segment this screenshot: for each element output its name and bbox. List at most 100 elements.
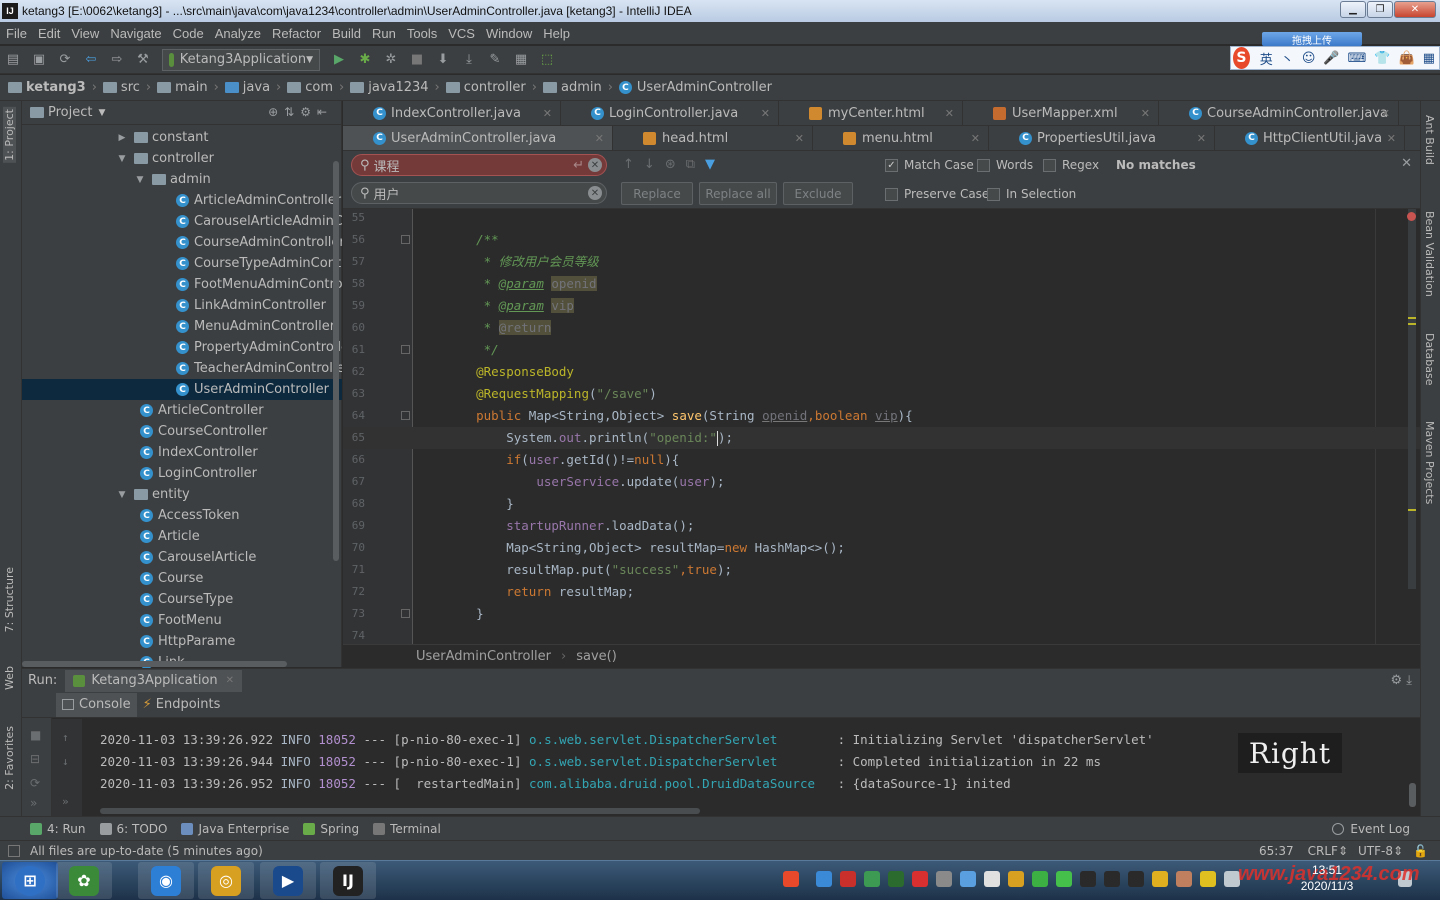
scroll-down-icon[interactable]: ↓	[62, 755, 69, 768]
replace-input[interactable]: ⚲ 用户 ✕	[351, 182, 607, 204]
console-tab[interactable]: Console	[56, 692, 137, 717]
tray-app5-icon[interactable]	[1176, 871, 1192, 887]
menu-help[interactable]: Help	[543, 26, 570, 41]
ime-emoji-icon[interactable]: ☺	[1302, 51, 1316, 66]
run-panel-settings-icon[interactable]: ⚙ ⤓	[1390, 673, 1412, 688]
structure-tool-tab[interactable]: 7: Structure	[3, 567, 16, 632]
tree-class[interactable]: C CourseType	[22, 589, 342, 610]
tool-tab-run[interactable]: 4: Run	[30, 822, 86, 836]
clear-find-icon[interactable]: ✕	[588, 158, 602, 172]
tool-tab-terminal[interactable]: Terminal	[373, 822, 441, 836]
profile-icon[interactable]: ⤓	[461, 52, 477, 68]
menu-vcs[interactable]: VCS	[448, 26, 475, 41]
console-h-scrollbar[interactable]	[100, 808, 700, 814]
tree-class[interactable]: C Course	[22, 568, 342, 589]
tree-class[interactable]: C HttpParame	[22, 631, 342, 652]
breadcrumb-java[interactable]: java ›	[224, 80, 281, 95]
ime-voice-icon[interactable]: 🎤	[1323, 51, 1339, 66]
ant-build-tool-tab[interactable]: Ant Build	[1423, 115, 1436, 165]
replace-all-button[interactable]: Replace all	[699, 182, 777, 205]
breadcrumb-controller[interactable]: controller ›	[445, 80, 537, 95]
error-indicator-icon[interactable]	[1407, 212, 1416, 221]
tree-class[interactable]: C TeacherAdminController	[22, 358, 342, 379]
menu-navigate[interactable]: Navigate	[110, 26, 161, 41]
breadcrumb-admin[interactable]: admin ›	[542, 80, 613, 95]
code-line[interactable]: 58 * @param openid	[343, 273, 1420, 295]
forward-icon[interactable]: ⇨	[109, 52, 125, 68]
menu-build[interactable]: Build	[332, 26, 361, 41]
ime-upload-label[interactable]: 拖拽上传	[1262, 32, 1362, 47]
editor-error-stripe[interactable]	[1408, 209, 1416, 589]
project-h-scrollbar[interactable]	[22, 661, 287, 667]
project-tool-tab[interactable]: 1: Project	[3, 107, 16, 163]
code-editor[interactable]: 55 56 /** 57 * 修改用户会员等级 58 * @param openid 5…	[343, 209, 1420, 644]
toggle-tool-windows-icon[interactable]	[8, 844, 20, 857]
tray-wechat2-icon[interactable]	[1056, 871, 1072, 887]
favorites-tool-tab[interactable]: 2: Favorites	[3, 726, 16, 790]
tree-folder[interactable]: ▼ controller	[22, 148, 342, 169]
code-line[interactable]: 67 userService.update(user);	[343, 471, 1420, 493]
code-line[interactable]: 69 startupRunner.loadData();	[343, 515, 1420, 537]
sdk-icon[interactable]: ⬚	[539, 52, 555, 68]
debug-icon[interactable]: ✱	[357, 52, 373, 68]
code-line[interactable]: 62 @ResponseBody	[343, 361, 1420, 383]
maximize-button[interactable]: ❐	[1367, 1, 1393, 18]
tray-star-icon[interactable]	[1152, 871, 1168, 887]
restore-layout-icon[interactable]: ⊟	[30, 752, 40, 766]
log-line[interactable]: 2020-11-03 13:39:26.944 INFO 18052 --- […	[100, 751, 1101, 773]
tree-class[interactable]: C PropertyAdminController	[22, 337, 342, 358]
close-tab-icon[interactable]: ✕	[761, 107, 770, 120]
chevron-down-icon[interactable]: ▼	[134, 175, 146, 185]
regex-checkbox[interactable]: Regex	[1043, 158, 1099, 172]
stop-icon[interactable]: ■	[409, 52, 425, 68]
close-search-icon[interactable]: ✕	[1401, 156, 1412, 171]
tree-class[interactable]: C FootMenuAdminController	[22, 274, 342, 295]
editor-crumb-class[interactable]: UserAdminController	[416, 649, 551, 664]
code-line[interactable]: 71 resultMap.put("success",true);	[343, 559, 1420, 581]
match-case-checkbox[interactable]: ✓ Match Case	[885, 158, 974, 172]
close-icon[interactable]: ✕	[226, 675, 234, 686]
sogou-logo-icon[interactable]: S	[1233, 47, 1250, 69]
tree-class[interactable]: C AccessToken	[22, 505, 342, 526]
find-all-icon[interactable]: ⊛	[665, 157, 676, 172]
tree-class[interactable]: C Article	[22, 526, 342, 547]
tray-s-icon[interactable]	[912, 871, 928, 887]
menu-refactor[interactable]: Refactor	[272, 26, 321, 41]
tree-class[interactable]: C CarouselArticleAdminController	[22, 211, 342, 232]
tray-app6-icon[interactable]	[1200, 871, 1216, 887]
ime-punct-icon[interactable]: 丶	[1281, 49, 1294, 68]
fold-marker-icon[interactable]	[401, 411, 410, 420]
taskbar-app-media[interactable]: ▶	[260, 862, 316, 899]
menu-edit[interactable]: Edit	[38, 26, 60, 41]
ime-menu-icon[interactable]: ▦	[1423, 51, 1435, 66]
close-tab-icon[interactable]: ✕	[1387, 132, 1396, 145]
tree-class[interactable]: C CourseAdminController	[22, 232, 342, 253]
back-icon[interactable]: ⇦	[83, 52, 99, 68]
tray-app-icon[interactable]	[840, 871, 856, 887]
fold-marker-icon[interactable]	[401, 609, 410, 618]
cursor-position[interactable]: 65:37	[1259, 844, 1294, 858]
save-icon[interactable]: ▣	[31, 52, 47, 68]
prev-occurrence-icon[interactable]: ↑	[623, 157, 634, 172]
close-tab-icon[interactable]: ✕	[795, 132, 804, 145]
breadcrumb-project[interactable]: ketang3 ›	[8, 80, 97, 95]
find-input[interactable]: ⚲ 课程 ↵ ✕	[351, 154, 607, 176]
menu-tools[interactable]: Tools	[407, 26, 437, 41]
tray-app3-icon[interactable]	[984, 871, 1000, 887]
code-line[interactable]: 57 * 修改用户会员等级	[343, 251, 1420, 273]
code-line[interactable]: 56 /**	[343, 229, 1420, 251]
run-config-selector[interactable]: Ketang3Application ▼	[162, 48, 320, 71]
code-line[interactable]: 55	[343, 209, 1420, 229]
ime-skin-icon[interactable]: 👕	[1374, 51, 1390, 66]
tree-class[interactable]: C UserAdminController	[22, 379, 342, 400]
tree-class[interactable]: C CourseTypeAdminController	[22, 253, 342, 274]
tray-sogou-icon[interactable]	[783, 871, 799, 887]
breadcrumb-com[interactable]: com ›	[287, 80, 344, 95]
close-tab-icon[interactable]: ✕	[971, 132, 980, 145]
tree-class[interactable]: C MenuAdminController	[22, 316, 342, 337]
tray-network-icon[interactable]	[936, 871, 952, 887]
taskbar-app-chrome[interactable]: ◎	[198, 862, 254, 899]
exclude-button[interactable]: Exclude	[783, 182, 853, 205]
editor-tab[interactable]: myCenter.html ✕	[779, 101, 963, 125]
project-scrollbar[interactable]	[333, 161, 339, 561]
